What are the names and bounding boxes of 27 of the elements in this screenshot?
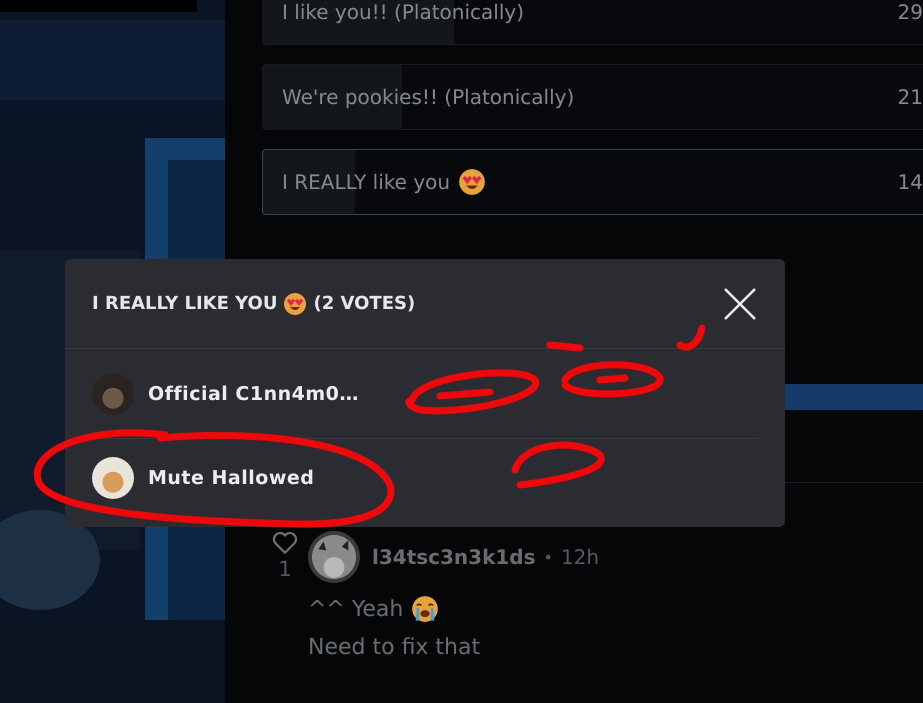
vote-count: 21 [898, 85, 923, 109]
option-label: I like you!! (Platonically) [282, 0, 524, 24]
avatar [92, 372, 134, 414]
close-icon[interactable] [723, 286, 757, 320]
poll-option[interactable]: I REALLY like you 14 [262, 149, 923, 215]
avatar [92, 457, 134, 499]
heart-icon[interactable] [272, 531, 298, 555]
poll-option[interactable]: We're pookies!! (Platonically) 21 [262, 64, 923, 130]
separator-dot: • [544, 548, 553, 566]
comment-text: Need to fix that [308, 635, 480, 660]
heart-eyes-emoji-icon [458, 168, 486, 196]
like-count: 1 [278, 557, 292, 581]
crying-emoji-icon [411, 595, 440, 623]
option-label: I REALLY like you [282, 170, 450, 194]
avatar [308, 531, 360, 583]
vote-count: 14 [898, 170, 923, 194]
poll-option[interactable]: I like you!! (Platonically) 29 [262, 0, 923, 45]
comment-author[interactable]: l34tsc3n3k1ds [372, 545, 536, 569]
option-label: We're pookies!! (Platonically) [282, 85, 574, 109]
vote-count: 29 [898, 0, 923, 24]
dialog-title: I REALLY LIKE YOU [92, 293, 278, 314]
voter-name[interactable]: Mute Hallowed [148, 467, 314, 489]
voter-name[interactable]: Official C1nn4m0… [148, 382, 359, 404]
heart-eyes-emoji-icon [283, 292, 308, 316]
comment-time: 12h [560, 545, 600, 569]
comment-text: ^^ Yeah [308, 596, 404, 622]
vote-total: (2 VOTES) [313, 293, 416, 314]
